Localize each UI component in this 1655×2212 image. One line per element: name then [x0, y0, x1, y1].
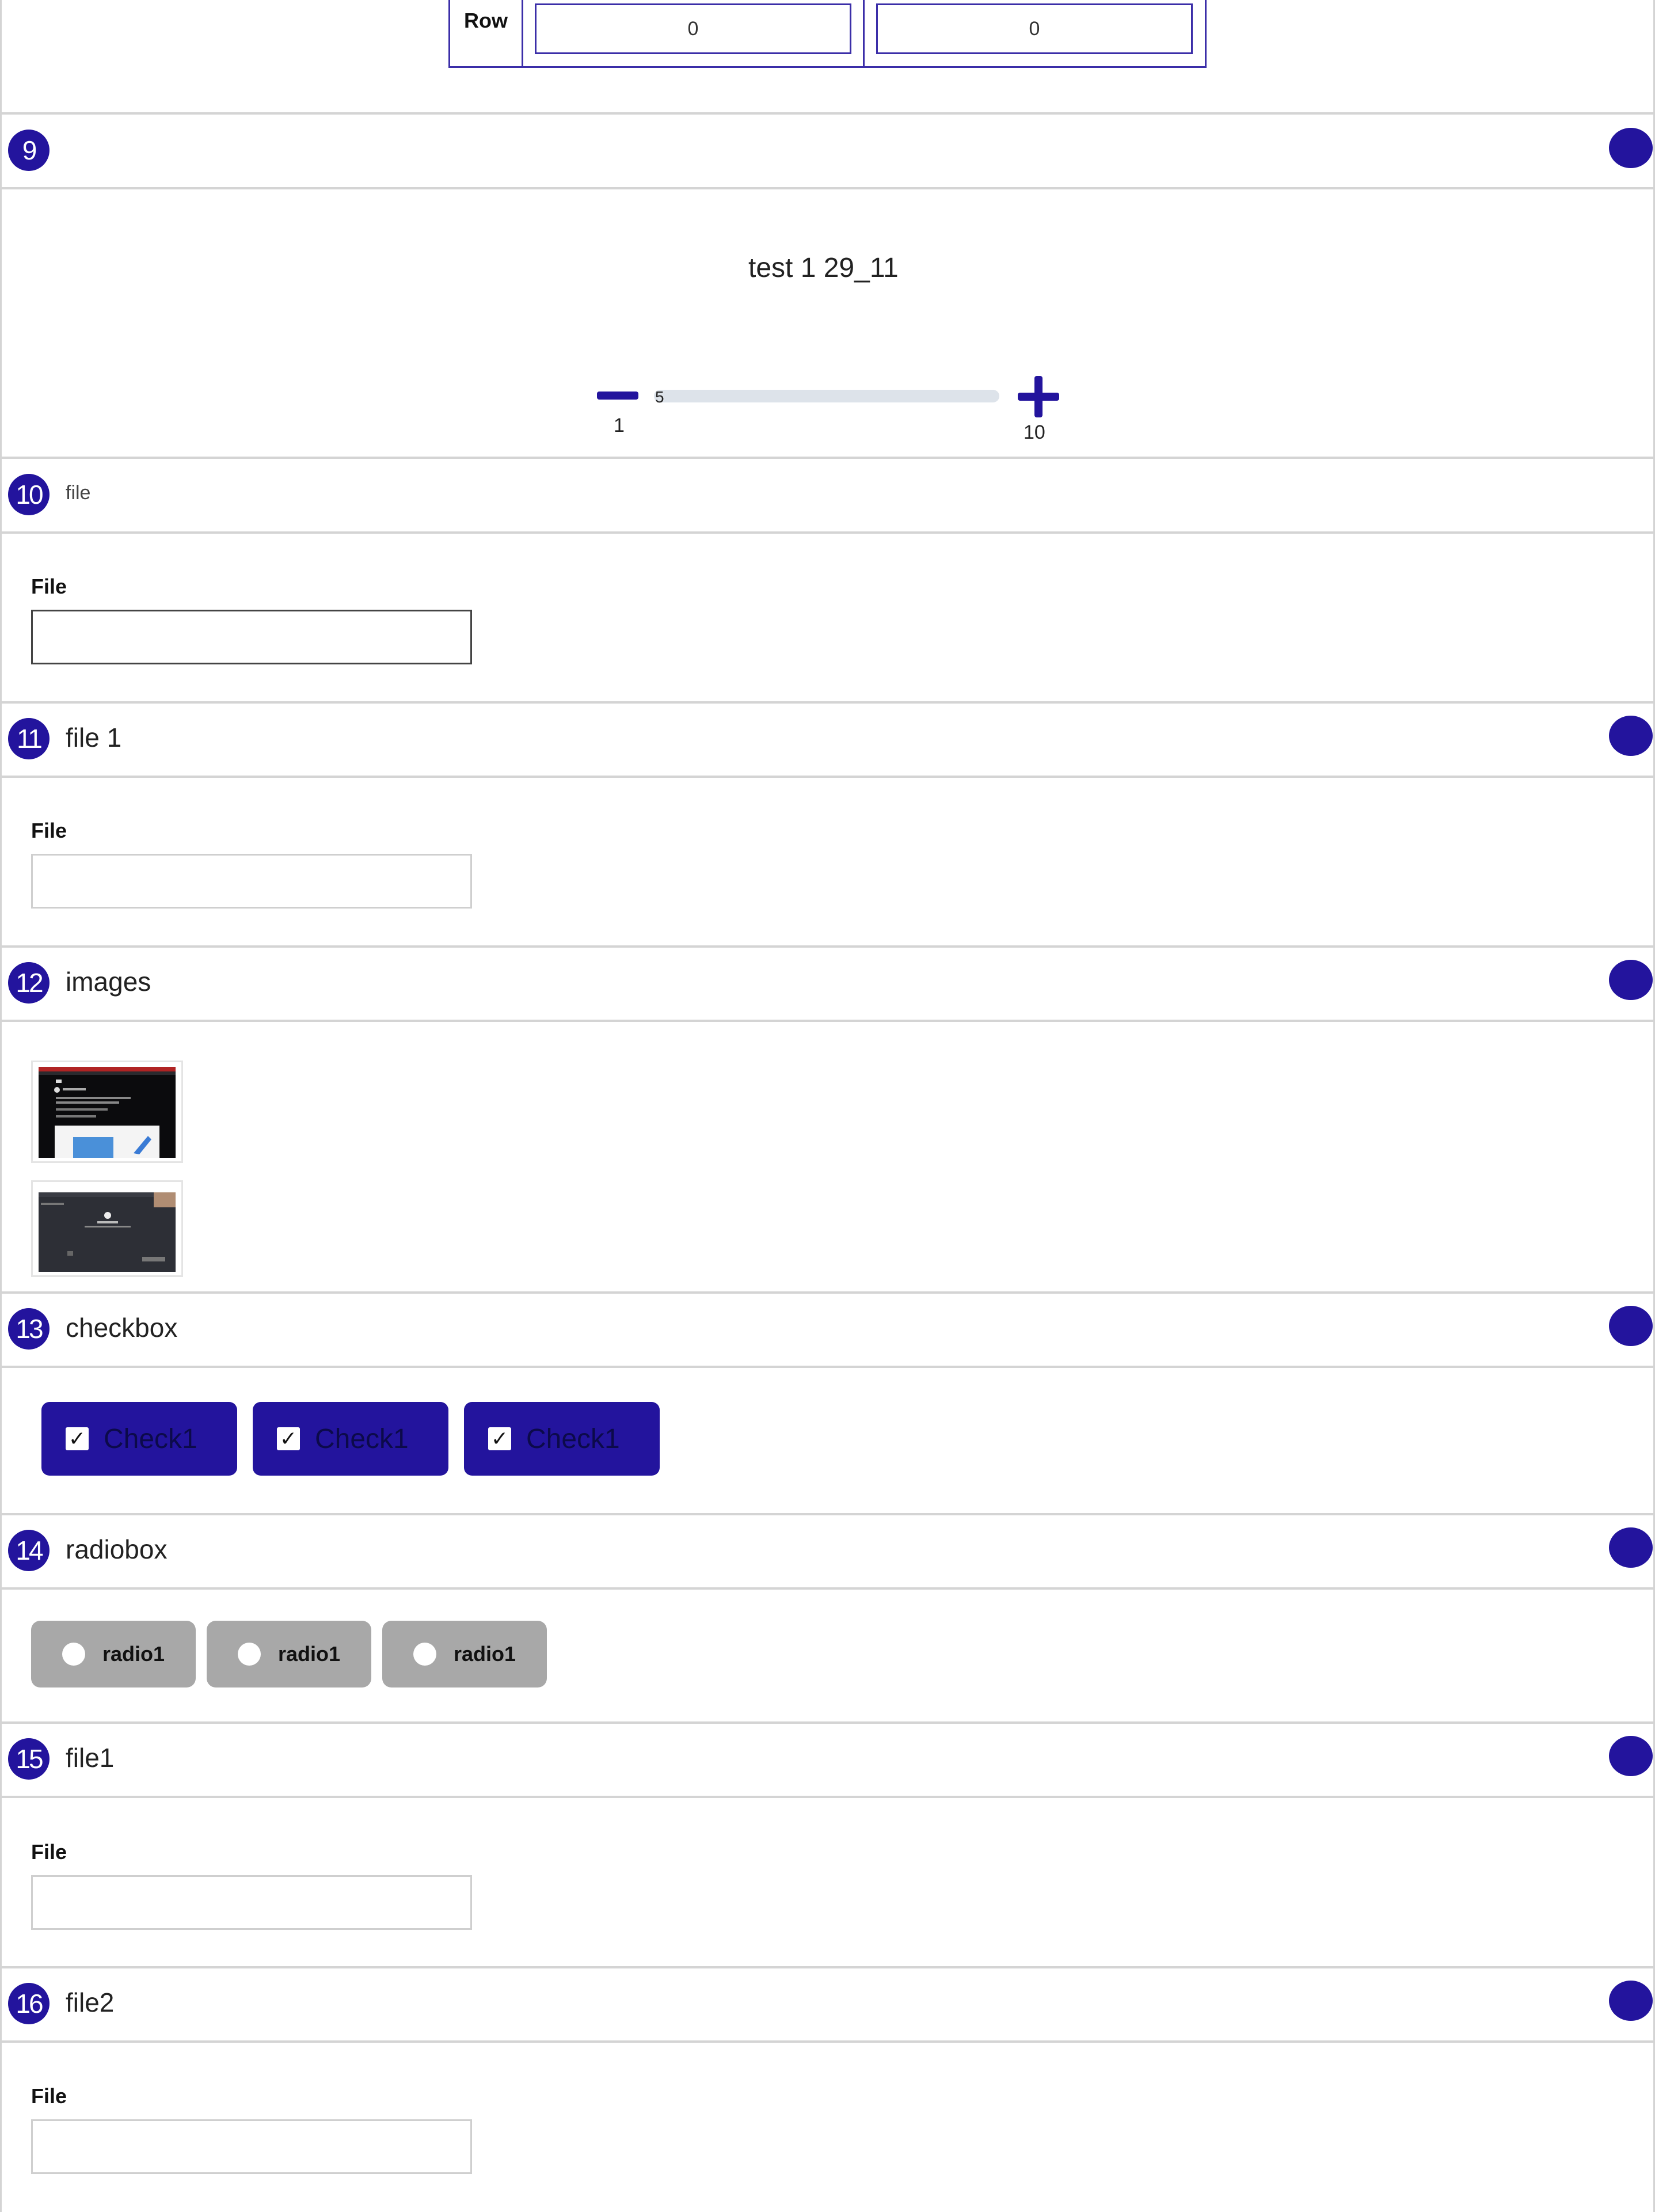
file-input[interactable]	[31, 1875, 472, 1930]
checkbox-label: Check1	[104, 1423, 197, 1454]
section-status-dot[interactable]	[1609, 1736, 1653, 1776]
section-number-badge: 15	[8, 1738, 50, 1780]
divider	[0, 1966, 1655, 1968]
divider	[0, 112, 1655, 115]
file-input[interactable]	[31, 610, 472, 664]
section-number-badge: 10	[8, 474, 50, 515]
section-status-dot[interactable]	[1609, 716, 1653, 756]
file-field-label: File	[31, 2084, 67, 2108]
divider	[0, 945, 1655, 948]
divider	[0, 1366, 1655, 1368]
slider-track[interactable]	[654, 390, 999, 402]
image-thumbnail[interactable]	[31, 1180, 183, 1277]
section-title: checkbox	[66, 1313, 178, 1343]
divider	[0, 701, 1655, 704]
section-title: file1	[66, 1743, 115, 1773]
file-field-label: File	[31, 1840, 67, 1864]
checkbox-option[interactable]: ✓ Check1	[464, 1402, 660, 1476]
divider	[0, 457, 1655, 459]
section-status-dot[interactable]	[1609, 1527, 1653, 1568]
section-status-dot[interactable]	[1609, 128, 1653, 168]
radio-option[interactable]: radio1	[382, 1621, 547, 1687]
file-input[interactable]	[31, 854, 472, 909]
section-status-dot[interactable]	[1609, 1306, 1653, 1346]
slider-min-label: 1	[614, 415, 625, 436]
divider	[0, 1721, 1655, 1724]
slider-max-label: 10	[1024, 421, 1045, 443]
section-number-badge: 9	[8, 130, 50, 171]
section-title: radiobox	[66, 1534, 168, 1564]
radio-label: radio1	[102, 1642, 165, 1666]
file-field-label: File	[31, 575, 67, 598]
image-thumbnail[interactable]	[31, 1061, 183, 1163]
checkbox-checked-icon[interactable]: ✓	[66, 1427, 89, 1450]
divider	[0, 187, 1655, 189]
radio-label: radio1	[454, 1642, 516, 1666]
row-label: Row	[464, 9, 508, 32]
screenshot-image	[39, 1192, 176, 1272]
checkbox-checked-icon[interactable]: ✓	[488, 1427, 511, 1450]
radio-option[interactable]: radio1	[31, 1621, 196, 1687]
divider	[0, 776, 1655, 778]
row-value-input-1[interactable]: 0	[535, 3, 851, 54]
checkbox-label: Check1	[315, 1423, 409, 1454]
divider	[0, 531, 1655, 534]
section-number-badge: 13	[8, 1308, 50, 1350]
radio-label: radio1	[278, 1642, 341, 1666]
checkbox-option[interactable]: ✓ Check1	[41, 1402, 237, 1476]
checkbox-option[interactable]: ✓ Check1	[253, 1402, 448, 1476]
section-title: file	[66, 482, 91, 504]
divider	[0, 1513, 1655, 1515]
section-number-badge: 14	[8, 1530, 50, 1571]
checkbox-checked-icon[interactable]: ✓	[277, 1427, 300, 1450]
file-field-label: File	[31, 819, 67, 842]
divider	[0, 1020, 1655, 1022]
file-input[interactable]	[31, 2119, 472, 2174]
left-border	[0, 0, 2, 2212]
section-number-badge: 16	[8, 1983, 50, 2024]
section-status-dot[interactable]	[1609, 960, 1653, 1000]
divider	[0, 1291, 1655, 1294]
section-number-badge: 11	[8, 718, 50, 759]
radio-option[interactable]: radio1	[207, 1621, 371, 1687]
divider	[0, 1796, 1655, 1798]
divider	[0, 2040, 1655, 2043]
radio-unselected-icon[interactable]	[62, 1643, 85, 1666]
radio-unselected-icon[interactable]	[413, 1643, 436, 1666]
screenshot-image	[39, 1067, 176, 1158]
slider-title: test 1 29_11	[748, 253, 899, 283]
decrement-icon[interactable]	[597, 392, 638, 400]
section-title: file2	[66, 1987, 115, 2017]
radio-unselected-icon[interactable]	[238, 1643, 261, 1666]
divider	[0, 1587, 1655, 1590]
row-label-cell: Row	[448, 0, 523, 68]
section-number-badge: 12	[8, 962, 50, 1004]
section-status-dot[interactable]	[1609, 1981, 1653, 2021]
slider-value-label: 5	[655, 388, 664, 406]
section-title: file 1	[66, 723, 122, 752]
checkbox-label: Check1	[526, 1423, 620, 1454]
section-title: images	[66, 967, 151, 997]
row-value-input-2[interactable]: 0	[876, 3, 1193, 54]
